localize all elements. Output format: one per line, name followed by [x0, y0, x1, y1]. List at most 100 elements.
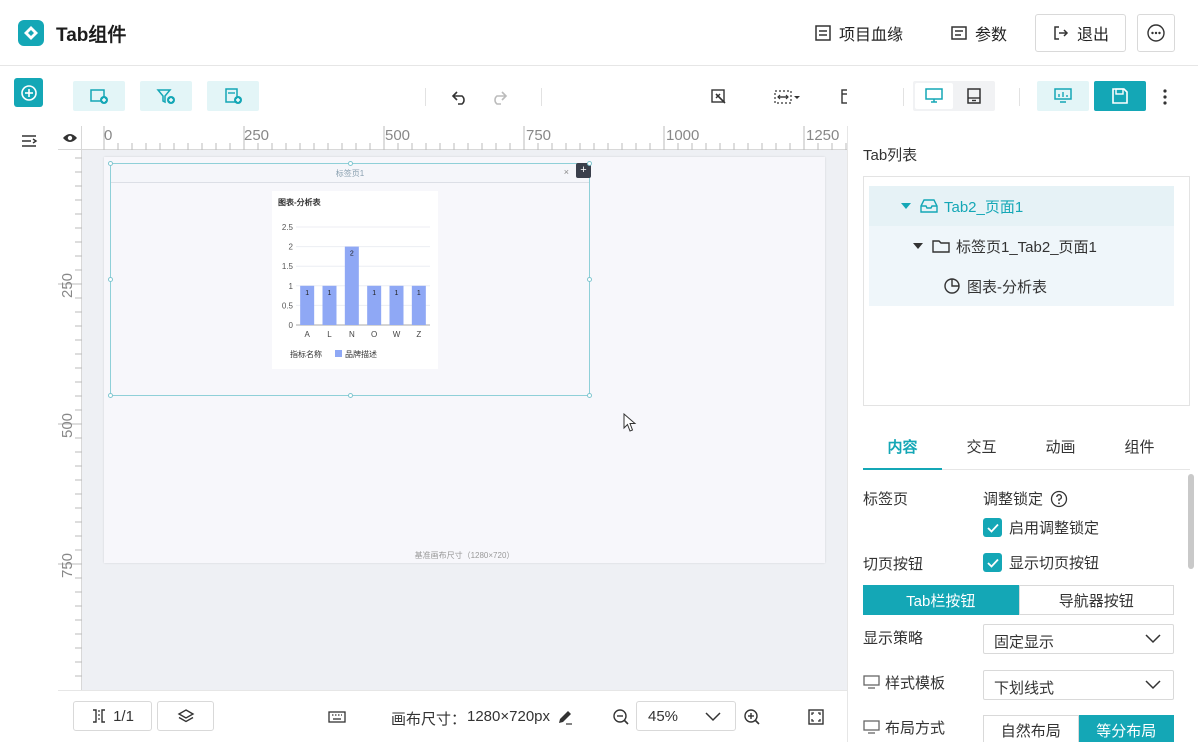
- tab-component[interactable]: 标签页1 × + 图表-分析表 0 0.5 1 1.5 2 2.5 1 A 1 L 2 N 1 O 1 W 1 Z…: [108, 161, 592, 398]
- resize-handle[interactable]: [587, 277, 592, 282]
- plus-circle-icon: [20, 84, 37, 101]
- tab-content[interactable]: 内容: [863, 436, 942, 457]
- project-lineage-button[interactable]: 项目血缘: [814, 14, 903, 52]
- tabbar-button-option[interactable]: Tab栏按钮: [863, 585, 1019, 615]
- zoom-out-button[interactable]: [608, 704, 634, 730]
- report-page[interactable]: 标签页1 × + 图表-分析表 0 0.5 1 1.5 2 2.5 1 A 1 L 2 N 1 O 1 W 1 Z…: [104, 157, 825, 563]
- save-button[interactable]: [1094, 81, 1146, 111]
- tab-animation[interactable]: 动画: [1021, 436, 1100, 457]
- brush-icon: [711, 89, 726, 104]
- page-title: Tab组件: [56, 25, 127, 46]
- equal-layout-option[interactable]: 等分布局: [1078, 715, 1174, 742]
- y-tick-label: 2.5: [282, 223, 294, 232]
- lineage-icon: [815, 25, 831, 41]
- caret-down-icon[interactable]: [913, 243, 923, 249]
- page-split-icon: [93, 709, 106, 723]
- bar: [344, 246, 359, 325]
- tree-item-label: 标签页1_Tab2_页面1: [956, 238, 1097, 256]
- desktop-icon: [863, 675, 880, 689]
- resize-handle[interactable]: [108, 393, 113, 398]
- tab-section-label: 标签页: [863, 491, 909, 508]
- add-component-button[interactable]: [14, 78, 43, 107]
- pencil-icon: [559, 711, 572, 725]
- layers-button[interactable]: [157, 701, 214, 731]
- panel-scrollbar[interactable]: [1188, 474, 1194, 569]
- lineage-label: 项目血缘: [839, 27, 904, 44]
- legend-label: 品牌描述: [345, 349, 377, 359]
- help-icon: [1050, 490, 1068, 507]
- params-button[interactable]: 参数: [950, 14, 1007, 52]
- ruler-label: 500: [59, 412, 76, 438]
- tree-item-chart[interactable]: 图表-分析表: [869, 266, 1174, 306]
- ruler-label: 250: [244, 127, 270, 144]
- desktop-icon: [863, 720, 880, 734]
- navigator-button-option[interactable]: 导航器按钮: [1018, 585, 1174, 615]
- display-strategy-select[interactable]: 固定显示: [983, 624, 1174, 654]
- edit-canvas-size-button[interactable]: [552, 704, 578, 730]
- resize-handle[interactable]: [348, 393, 353, 398]
- add-image-button[interactable]: [73, 81, 125, 111]
- switch-button-label: 切页按钮: [863, 556, 924, 573]
- desktop-view-toggle[interactable]: [915, 83, 953, 109]
- inbox-icon: [920, 199, 938, 213]
- ruler-visibility-toggle[interactable]: [58, 126, 82, 150]
- zoom-in-button[interactable]: [739, 704, 765, 730]
- redo-button[interactable]: [486, 84, 512, 110]
- tab-component[interactable]: 组件: [1100, 436, 1179, 457]
- active-tab-indicator: [863, 468, 942, 470]
- checkbox-checked-icon[interactable]: [983, 553, 1002, 572]
- tree-item-label: 图表-分析表: [967, 278, 1047, 296]
- layout-mode-label: 布局方式: [885, 720, 946, 737]
- zoom-select[interactable]: 45%: [636, 701, 736, 731]
- caret-down-icon[interactable]: [901, 203, 911, 209]
- tab-label[interactable]: 标签页1: [111, 168, 589, 179]
- zoom-value: 45%: [648, 708, 679, 725]
- bar-chart: 0 0.5 1 1.5 2 2.5 1 A 1 L 2 N 1 O 1 W 1 Z 指标名称 品牌描述: [282, 223, 430, 359]
- y-tick-label: 0: [289, 321, 294, 330]
- exit-button[interactable]: 退出: [1035, 14, 1127, 52]
- canvas-size-value: 1280×720px: [467, 708, 550, 725]
- mobile-view-toggle[interactable]: [955, 83, 993, 109]
- resize-handle[interactable]: [587, 161, 592, 166]
- resize-handle[interactable]: [108, 161, 113, 166]
- canvas-status-bar: 1/1 画布尺寸： 1280×720px 45%: [58, 690, 847, 742]
- tab-list-title: Tab列表: [863, 147, 918, 164]
- checkbox-checked-icon[interactable]: [983, 518, 1002, 537]
- toolbar-more-button[interactable]: [1154, 84, 1176, 110]
- align-dropdown-button[interactable]: [768, 84, 808, 110]
- resize-handle[interactable]: [587, 393, 592, 398]
- tree-item-tab2[interactable]: Tab2_页面1: [869, 186, 1174, 226]
- editor-toolbar-right: [847, 66, 1198, 126]
- more-options-button[interactable]: [1137, 14, 1175, 52]
- undo-button[interactable]: [447, 84, 473, 110]
- enable-lock-checkbox[interactable]: 启用调整锁定: [983, 517, 1099, 538]
- show-switch-label: 显示切页按钮: [1009, 555, 1100, 572]
- report-add-icon: [225, 88, 242, 104]
- add-report-button[interactable]: [207, 81, 259, 111]
- chart-card[interactable]: 图表-分析表 0 0.5 1 1.5 2 2.5 1 A 1 L 2 N 1 O 1 W 1 Z 指标名称 品牌描述: [272, 191, 438, 369]
- clear-format-button[interactable]: [706, 84, 732, 110]
- tab-close-icon[interactable]: ×: [564, 167, 569, 177]
- tab-list-tree: Tab2_页面1 标签页1_Tab2_页面1 图表-分析表: [863, 176, 1190, 406]
- preview-button[interactable]: [1037, 81, 1089, 111]
- resize-handle[interactable]: [348, 161, 353, 166]
- data-label: 2: [350, 251, 354, 258]
- preview-icon: [1054, 88, 1072, 103]
- style-template-value: 下划线式: [994, 680, 1055, 697]
- y-tick-label: 1: [289, 282, 294, 291]
- show-switch-checkbox[interactable]: 显示切页按钮: [983, 552, 1099, 573]
- keyboard-shortcuts-button[interactable]: [324, 704, 350, 730]
- style-template-select[interactable]: 下划线式: [983, 670, 1174, 700]
- resize-handle[interactable]: [108, 277, 113, 282]
- add-filter-button[interactable]: [140, 81, 192, 111]
- tab-interaction[interactable]: 交互: [942, 436, 1021, 457]
- page-count-button[interactable]: 1/1: [73, 701, 152, 731]
- canvas-area[interactable]: 0 250 500 750 1000 1250 250 500 750 标签页1…: [58, 126, 847, 690]
- natural-layout-option[interactable]: 自然布局: [983, 715, 1079, 742]
- tab-bar: 标签页1 ×: [111, 164, 589, 183]
- fit-screen-button[interactable]: [803, 704, 829, 730]
- adjust-lock-label: 调整锁定: [983, 491, 1044, 508]
- chevron-down-icon: [705, 712, 721, 722]
- outline-toggle-button[interactable]: [20, 132, 38, 153]
- tree-item-tabpage[interactable]: 标签页1_Tab2_页面1: [869, 226, 1174, 266]
